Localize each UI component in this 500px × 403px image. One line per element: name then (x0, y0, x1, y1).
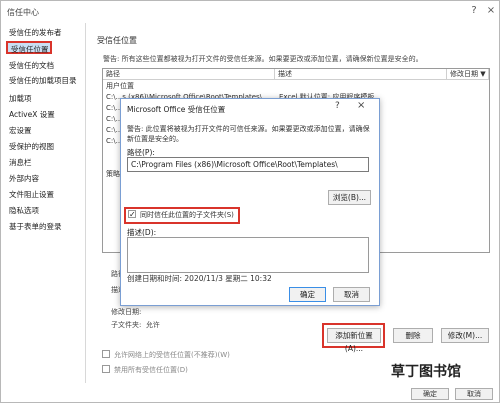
subfolders-checkbox-label: 同时信任此位置的子文件夹(S) (140, 211, 234, 219)
sidebar-item-external-content[interactable]: 外部内容 (9, 172, 39, 185)
title-bar: 信任中心 ? × (1, 1, 499, 23)
dialog-path-input[interactable]: C:\Program Files (x86)\Microsoft Office\… (127, 157, 369, 172)
close-icon[interactable]: × (484, 4, 498, 18)
check-icon: ✓ (129, 210, 136, 219)
dialog-cancel-button[interactable]: 取消 (333, 287, 370, 302)
sidebar: 受信任的发布者 受信任位置 受信任的文档 受信任的加载项目录 加载项 Activ… (3, 23, 86, 383)
dialog-created-date: 创建日期和时间: 2020/11/3 星期二 10:32 (127, 274, 272, 283)
sidebar-item-file-block[interactable]: 文件阻止设置 (9, 188, 54, 201)
dialog-desc-input[interactable] (127, 237, 369, 273)
sidebar-item-macro-settings[interactable]: 宏设置 (9, 124, 32, 137)
sidebar-item-trusted-addin-catalogs[interactable]: 受信任的加载项目录 (9, 74, 77, 87)
subfolders-checkbox-row[interactable]: ✓ 同时信任此位置的子文件夹(S) (124, 207, 240, 224)
column-modified[interactable]: 修改日期 ▼ (447, 69, 489, 80)
browse-button[interactable]: 浏览(B)... (328, 190, 371, 205)
section-title: 受信任位置 (97, 36, 137, 45)
sidebar-item-activex[interactable]: ActiveX 设置 (9, 108, 55, 121)
column-path[interactable]: 路径 (103, 69, 275, 80)
group-user-locations: 用户位置 (106, 82, 134, 90)
sidebar-item-form-login[interactable]: 基于表单的登录 (9, 220, 62, 233)
dialog-title: Microsoft Office 受信任位置 (127, 105, 226, 114)
disable-all-checkbox[interactable] (102, 365, 110, 373)
dialog-close-icon[interactable]: × (357, 100, 365, 111)
locations-warning: 警告: 所有这些位置都被视为打开文件的受信任来源。如果要更改或添加位置，请确保新… (103, 55, 423, 63)
trust-center-window: 信任中心 ? × 受信任的发布者 受信任位置 受信任的文档 受信任的加载项目录 … (0, 0, 500, 403)
allow-network-row[interactable]: 允许网络上的受信任位置(不推荐)(W) (102, 350, 230, 360)
sidebar-item-addins[interactable]: 加载项 (9, 92, 32, 105)
subfolders-checkbox[interactable]: ✓ (128, 210, 136, 219)
delete-button[interactable]: 删除 (393, 328, 433, 343)
sidebar-item-trusted-locations[interactable]: 受信任位置 (6, 41, 52, 54)
disable-all-row[interactable]: 禁用所有受信任位置(D) (102, 365, 188, 375)
window-title: 信任中心 (7, 8, 39, 17)
trusted-location-dialog: Microsoft Office 受信任位置 ? × 警告: 此位置将被视为打开… (120, 98, 380, 306)
group-policy-locations: 策略 (106, 170, 120, 178)
watermark-text: 草丁图书馆 (391, 364, 461, 380)
footer-ok-button[interactable]: 确定 (411, 388, 449, 400)
dialog-help-icon[interactable]: ? (335, 101, 340, 111)
allow-network-checkbox[interactable] (102, 350, 110, 358)
footer-cancel-button[interactable]: 取消 (455, 388, 493, 400)
sidebar-item-trusted-publishers[interactable]: 受信任的发布者 (9, 26, 62, 39)
sidebar-item-privacy[interactable]: 隐私选项 (9, 204, 39, 217)
subfolders-value: 允许 (145, 321, 160, 329)
dialog-ok-button[interactable]: 确定 (289, 287, 326, 302)
modify-button[interactable]: 修改(M)... (441, 328, 489, 343)
sidebar-item-protected-view[interactable]: 受保护的视图 (9, 140, 54, 153)
sidebar-item-message-bar[interactable]: 消息栏 (9, 156, 32, 169)
help-icon[interactable]: ? (467, 4, 481, 18)
dialog-warning: 警告: 此位置将被视为打开文件的可信任来源。如果要更改或添加位置，请确保新位置是… (127, 125, 370, 143)
sidebar-item-trusted-documents[interactable]: 受信任的文档 (9, 59, 54, 72)
column-description[interactable]: 描述 (275, 69, 447, 80)
subfolders-label: 子文件夹: 允许 (111, 321, 160, 329)
add-new-location-button[interactable]: 添加新位置(A)... (327, 328, 381, 353)
modified-label: 修改日期: (111, 308, 142, 316)
